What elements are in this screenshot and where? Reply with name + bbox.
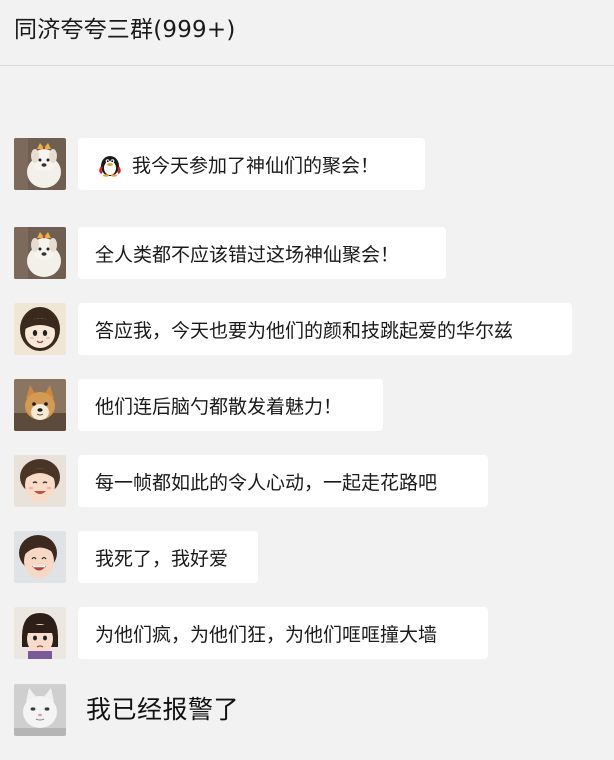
message-text[interactable]: 我已经报警了 [86, 692, 239, 728]
message-row: 我今天参加了神仙们的聚会！ [0, 138, 614, 208]
message-text: 我死了，我好爱 [95, 547, 229, 570]
message-bubble[interactable]: 全人类都不应该错过这场神仙聚会！ [78, 227, 446, 279]
penguin-emoji-icon [97, 151, 123, 177]
chat-header: 同济夸夸三群(999+) [0, 0, 614, 66]
message-bubble[interactable]: 每一帧都如此的令人心动，一起走花路吧 [78, 455, 488, 507]
message-row: 为他们疯，为他们狂，为他们哐哐撞大墙 [0, 607, 614, 677]
smiling-child-avatar[interactable] [14, 455, 66, 507]
message-bubble[interactable]: 答应我，今天也要为他们的颜和技跳起爱的华尔兹 [78, 303, 572, 355]
chat-title[interactable]: 同济夸夸三群(999+) [14, 14, 236, 46]
message-bubble[interactable]: 他们连后脑勺都散发着魅力！ [78, 379, 383, 431]
bob-haircut-child-avatar[interactable] [14, 607, 66, 659]
message-row: 我已经报警了 [0, 684, 614, 754]
message-bubble[interactable]: 我今天参加了神仙们的聚会！ [78, 138, 425, 190]
cat-avatar[interactable] [14, 684, 66, 736]
message-bubble[interactable]: 我死了，我好爱 [78, 531, 258, 583]
message-text: 他们连后脑勺都散发着魅力！ [95, 395, 343, 418]
anime-girl-avatar[interactable] [14, 303, 66, 355]
message-row: 每一帧都如此的令人心动，一起走花路吧 [0, 455, 614, 525]
message-row: 他们连后脑勺都散发着魅力！ [0, 379, 614, 449]
message-row: 我死了，我好爱 [0, 531, 614, 601]
message-bubble[interactable]: 为他们疯，为他们狂，为他们哐哐撞大墙 [78, 607, 488, 659]
laughing-child-avatar[interactable] [14, 531, 66, 583]
puppy-crown-avatar[interactable] [14, 138, 66, 190]
message-text: 答应我，今天也要为他们的颜和技跳起爱的华尔兹 [95, 319, 514, 342]
message-row: 答应我，今天也要为他们的颜和技跳起爱的华尔兹 [0, 303, 614, 373]
message-text: 为他们疯，为他们狂，为他们哐哐撞大墙 [95, 623, 438, 646]
message-row: 全人类都不应该错过这场神仙聚会！ [0, 227, 614, 297]
message-text: 全人类都不应该错过这场神仙聚会！ [95, 243, 400, 266]
message-text: 我今天参加了神仙们的聚会！ [132, 154, 380, 177]
message-text: 每一帧都如此的令人心动，一起走花路吧 [95, 471, 438, 494]
shiba-dog-avatar[interactable] [14, 379, 66, 431]
puppy-crown-avatar[interactable] [14, 227, 66, 279]
